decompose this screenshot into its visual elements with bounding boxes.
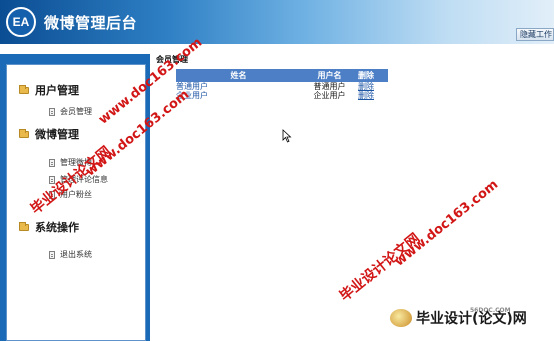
username-cell: 普通用户 xyxy=(313,82,346,91)
document-icon xyxy=(49,250,55,259)
delete-link[interactable]: 删除 xyxy=(358,82,388,91)
menu-group-weibo-management[interactable]: 微博管理 xyxy=(19,126,79,142)
folder-icon xyxy=(19,84,29,94)
column-header-name: 姓名 xyxy=(230,71,247,80)
toolbar-strip xyxy=(0,44,554,54)
menu-group-label: 用户管理 xyxy=(35,84,79,97)
menu-group-system-operations[interactable]: 系统操作 xyxy=(19,219,79,235)
menu-item-logout[interactable]: 退出系统 xyxy=(49,249,92,260)
column-header-delete: 删除 xyxy=(358,71,374,80)
footer-logo: 毕业设计(论文)网 xyxy=(390,308,527,328)
menu-item-label: 会员管理 xyxy=(60,107,92,116)
menu-item-label: 退出系统 xyxy=(60,250,92,259)
mouse-cursor-icon xyxy=(282,129,292,143)
menu-group-user-management[interactable]: 用户管理 xyxy=(19,82,79,98)
document-icon xyxy=(49,158,55,167)
seal-icon xyxy=(390,309,412,327)
name-link[interactable]: 企业用户 xyxy=(176,91,301,100)
app-title: 微博管理后台 xyxy=(44,14,138,32)
table-row: 普通用户 普通用户 删除 xyxy=(176,82,388,91)
table-header: 姓名 用户名 删除 xyxy=(176,69,388,82)
app-logo: EA xyxy=(6,7,36,37)
menu-group-label: 系统操作 xyxy=(35,221,79,234)
document-icon xyxy=(49,107,55,116)
hide-panel-button[interactable]: 隐藏工作 xyxy=(516,28,554,41)
folder-icon xyxy=(19,221,29,231)
table-row: 企业用户 企业用户 删除 xyxy=(176,91,388,100)
delete-link[interactable]: 删除 xyxy=(358,91,388,100)
name-link[interactable]: 普通用户 xyxy=(176,82,301,91)
folder-icon xyxy=(19,128,29,138)
username-cell: 企业用户 xyxy=(313,91,346,100)
menu-group-label: 微博管理 xyxy=(35,128,79,141)
header-bar: EA 微博管理后台 隐藏工作 xyxy=(0,0,554,44)
column-header-username: 用户名 xyxy=(317,71,342,80)
footer-logo-text: 毕业设计(论文)网 xyxy=(416,311,527,327)
member-table: 姓名 用户名 删除 普通用户 普通用户 删除 企业用户 企业用户 删除 xyxy=(176,69,388,100)
menu-item-member-management[interactable]: 会员管理 xyxy=(49,106,92,117)
